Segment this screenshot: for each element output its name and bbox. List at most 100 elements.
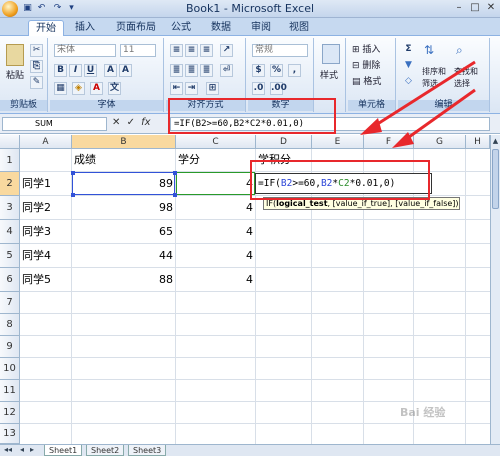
row-header-2[interactable]: 2 xyxy=(0,172,20,196)
italic-icon[interactable]: I xyxy=(69,64,82,77)
tab-home[interactable]: 开始 xyxy=(28,20,64,36)
autosum-icon[interactable]: Σ xyxy=(402,44,415,57)
ref-handle[interactable] xyxy=(173,193,177,197)
increase-decimal-icon[interactable]: .0 xyxy=(252,82,265,95)
cell-b6[interactable]: 88 xyxy=(72,270,176,290)
font-name-select[interactable]: 宋体 xyxy=(54,44,116,57)
decrease-indent-icon[interactable]: ⇤ xyxy=(170,82,183,95)
enter-icon[interactable]: ✓ xyxy=(127,117,135,128)
align-bottom-icon[interactable]: ≡ xyxy=(200,44,213,57)
cut-icon[interactable]: ✂ xyxy=(30,44,43,57)
scroll-up-icon[interactable]: ▲ xyxy=(492,137,499,145)
find-select-icon[interactable]: ⌕ xyxy=(456,44,472,60)
col-header-c[interactable]: C xyxy=(176,135,256,149)
format-painter-icon[interactable]: ✎ xyxy=(30,76,43,89)
grow-font-icon[interactable]: A xyxy=(104,64,117,77)
cell-b4[interactable]: 65 xyxy=(72,222,176,242)
shrink-font-icon[interactable]: A xyxy=(119,64,132,77)
align-right-icon[interactable]: ≣ xyxy=(200,64,213,77)
tab-page-layout[interactable]: 页面布局 xyxy=(108,20,164,36)
merge-center-icon[interactable]: ⊞ xyxy=(206,82,219,95)
tab-review[interactable]: 审阅 xyxy=(246,20,276,36)
row-header-12[interactable]: 12 xyxy=(0,402,20,424)
ref-handle[interactable] xyxy=(173,171,177,175)
col-header-a[interactable]: A xyxy=(20,135,72,149)
cell-c4[interactable]: 4 xyxy=(176,222,256,242)
underline-icon[interactable]: U xyxy=(84,64,97,77)
cell-b3[interactable]: 98 xyxy=(72,198,176,218)
cell-a2[interactable]: 同学1 xyxy=(22,174,51,194)
align-center-icon[interactable]: ≣ xyxy=(185,64,198,77)
row-header-8[interactable]: 8 xyxy=(0,314,20,336)
row-header-13[interactable]: 13 xyxy=(0,424,20,444)
row-header-1[interactable]: 1 xyxy=(0,149,20,172)
cell-c5[interactable]: 4 xyxy=(176,246,256,266)
vertical-scrollbar[interactable]: ▲ xyxy=(490,135,500,446)
ref-handle[interactable] xyxy=(71,193,75,197)
cell-c1[interactable]: 学分 xyxy=(178,150,200,170)
fill-color-icon[interactable]: ◈ xyxy=(72,82,85,95)
select-all-corner[interactable] xyxy=(0,135,20,149)
cell-a6[interactable]: 同学5 xyxy=(22,270,51,290)
cell-a4[interactable]: 同学3 xyxy=(22,222,51,242)
font-color-icon[interactable]: A xyxy=(90,82,103,95)
minimize-icon[interactable]: – xyxy=(452,1,466,15)
row-header-6[interactable]: 6 xyxy=(0,268,20,292)
tab-view[interactable]: 视图 xyxy=(284,20,314,36)
align-top-icon[interactable]: ≡ xyxy=(170,44,183,57)
maximize-icon[interactable]: □ xyxy=(468,1,482,15)
tab-data[interactable]: 数据 xyxy=(206,20,236,36)
tooltip-current-arg[interactable]: logical_test xyxy=(276,199,327,208)
cell-a5[interactable]: 同学4 xyxy=(22,246,51,266)
align-left-icon[interactable]: ≣ xyxy=(170,64,183,77)
row-header-3[interactable]: 3 xyxy=(0,196,20,220)
copy-icon[interactable]: ⎘ xyxy=(30,60,43,73)
col-header-d[interactable]: D xyxy=(256,135,312,149)
font-size-select[interactable]: 11 xyxy=(120,44,156,57)
insert-cells-button[interactable]: ⊞ 插入 xyxy=(352,44,380,56)
cell-a3[interactable]: 同学2 xyxy=(22,198,51,218)
sheet-nav-prev-icon[interactable]: ◂ xyxy=(20,445,24,454)
cell-b1[interactable]: 成绩 xyxy=(74,150,96,170)
row-header-4[interactable]: 4 xyxy=(0,220,20,244)
reference-border-b2 xyxy=(72,172,175,195)
paste-button[interactable]: 粘贴 xyxy=(6,70,24,82)
cancel-icon[interactable]: ✕ xyxy=(112,117,120,128)
wrap-text-icon[interactable]: ⏎ xyxy=(220,64,233,77)
cell-c6[interactable]: 4 xyxy=(176,270,256,290)
decrease-decimal-icon[interactable]: .00 xyxy=(270,82,287,95)
row-header-7[interactable]: 7 xyxy=(0,292,20,314)
sheet-tab-sheet3[interactable]: Sheet3 xyxy=(128,445,167,456)
sheet-tab-sheet1[interactable]: Sheet1 xyxy=(44,445,83,456)
number-format-select[interactable]: 常规 xyxy=(252,44,308,57)
col-header-b[interactable]: B xyxy=(72,135,176,149)
increase-indent-icon[interactable]: ⇥ xyxy=(185,82,198,95)
tab-formulas[interactable]: 公式 xyxy=(166,20,196,36)
scroll-thumb[interactable] xyxy=(492,149,499,209)
sort-filter-icon[interactable]: ⇅ xyxy=(424,44,440,60)
sheet-nav-next-icon[interactable]: ▸ xyxy=(30,445,34,454)
cell-c3[interactable]: 4 xyxy=(176,198,256,218)
tab-insert[interactable]: 插入 xyxy=(70,20,100,36)
bold-icon[interactable]: B xyxy=(54,64,67,77)
row-header-11[interactable]: 11 xyxy=(0,380,20,402)
paste-icon[interactable] xyxy=(6,44,24,66)
cell-b5[interactable]: 44 xyxy=(72,246,176,266)
fx-icon[interactable]: fx xyxy=(141,117,150,128)
percent-icon[interactable]: % xyxy=(270,64,283,77)
currency-icon[interactable]: $ xyxy=(252,64,265,77)
orientation-icon[interactable]: ↗ xyxy=(220,44,233,57)
sheet-nav-first-icon[interactable]: ◂◂ xyxy=(4,445,12,454)
align-middle-icon[interactable]: ≡ xyxy=(185,44,198,57)
ref-handle[interactable] xyxy=(71,171,75,175)
annotation-box-cell xyxy=(250,160,430,200)
sheet-tab-sheet2[interactable]: Sheet2 xyxy=(86,445,125,456)
phonetic-icon[interactable]: 文 xyxy=(108,82,121,95)
row-header-10[interactable]: 10 xyxy=(0,358,20,380)
row-header-5[interactable]: 5 xyxy=(0,244,20,268)
name-box[interactable]: SUM xyxy=(2,117,107,131)
comma-icon[interactable]: , xyxy=(288,64,301,77)
row-header-9[interactable]: 9 xyxy=(0,336,20,358)
close-icon[interactable]: ✕ xyxy=(484,1,498,15)
borders-icon[interactable]: ▦ xyxy=(54,82,67,95)
